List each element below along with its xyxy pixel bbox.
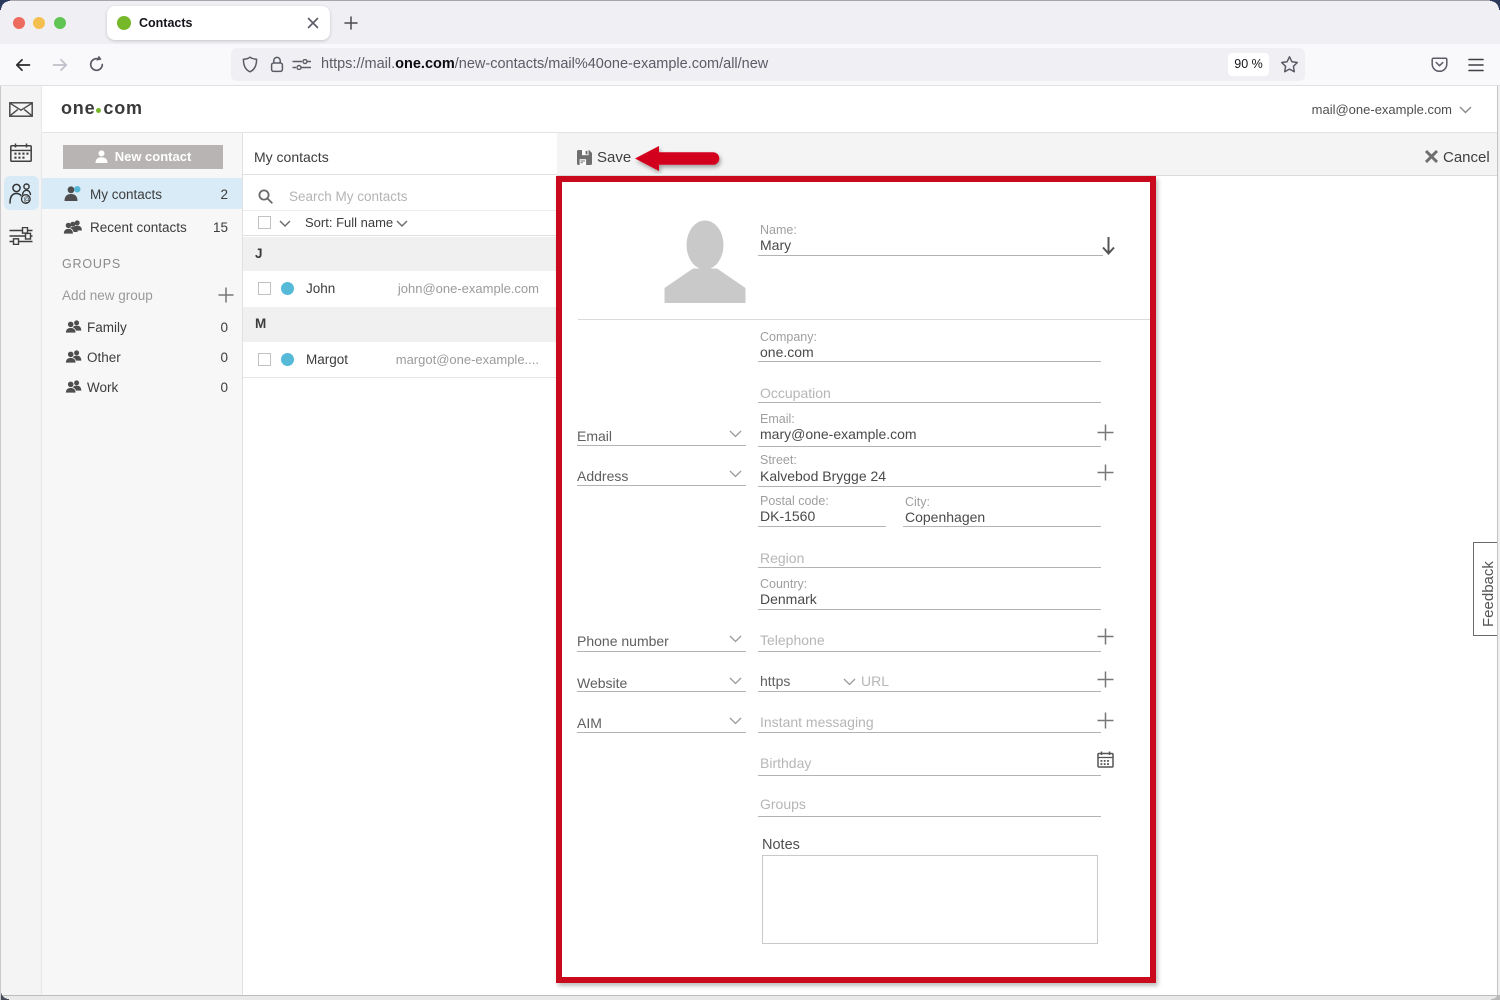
svg-text:@: @ — [23, 195, 31, 204]
